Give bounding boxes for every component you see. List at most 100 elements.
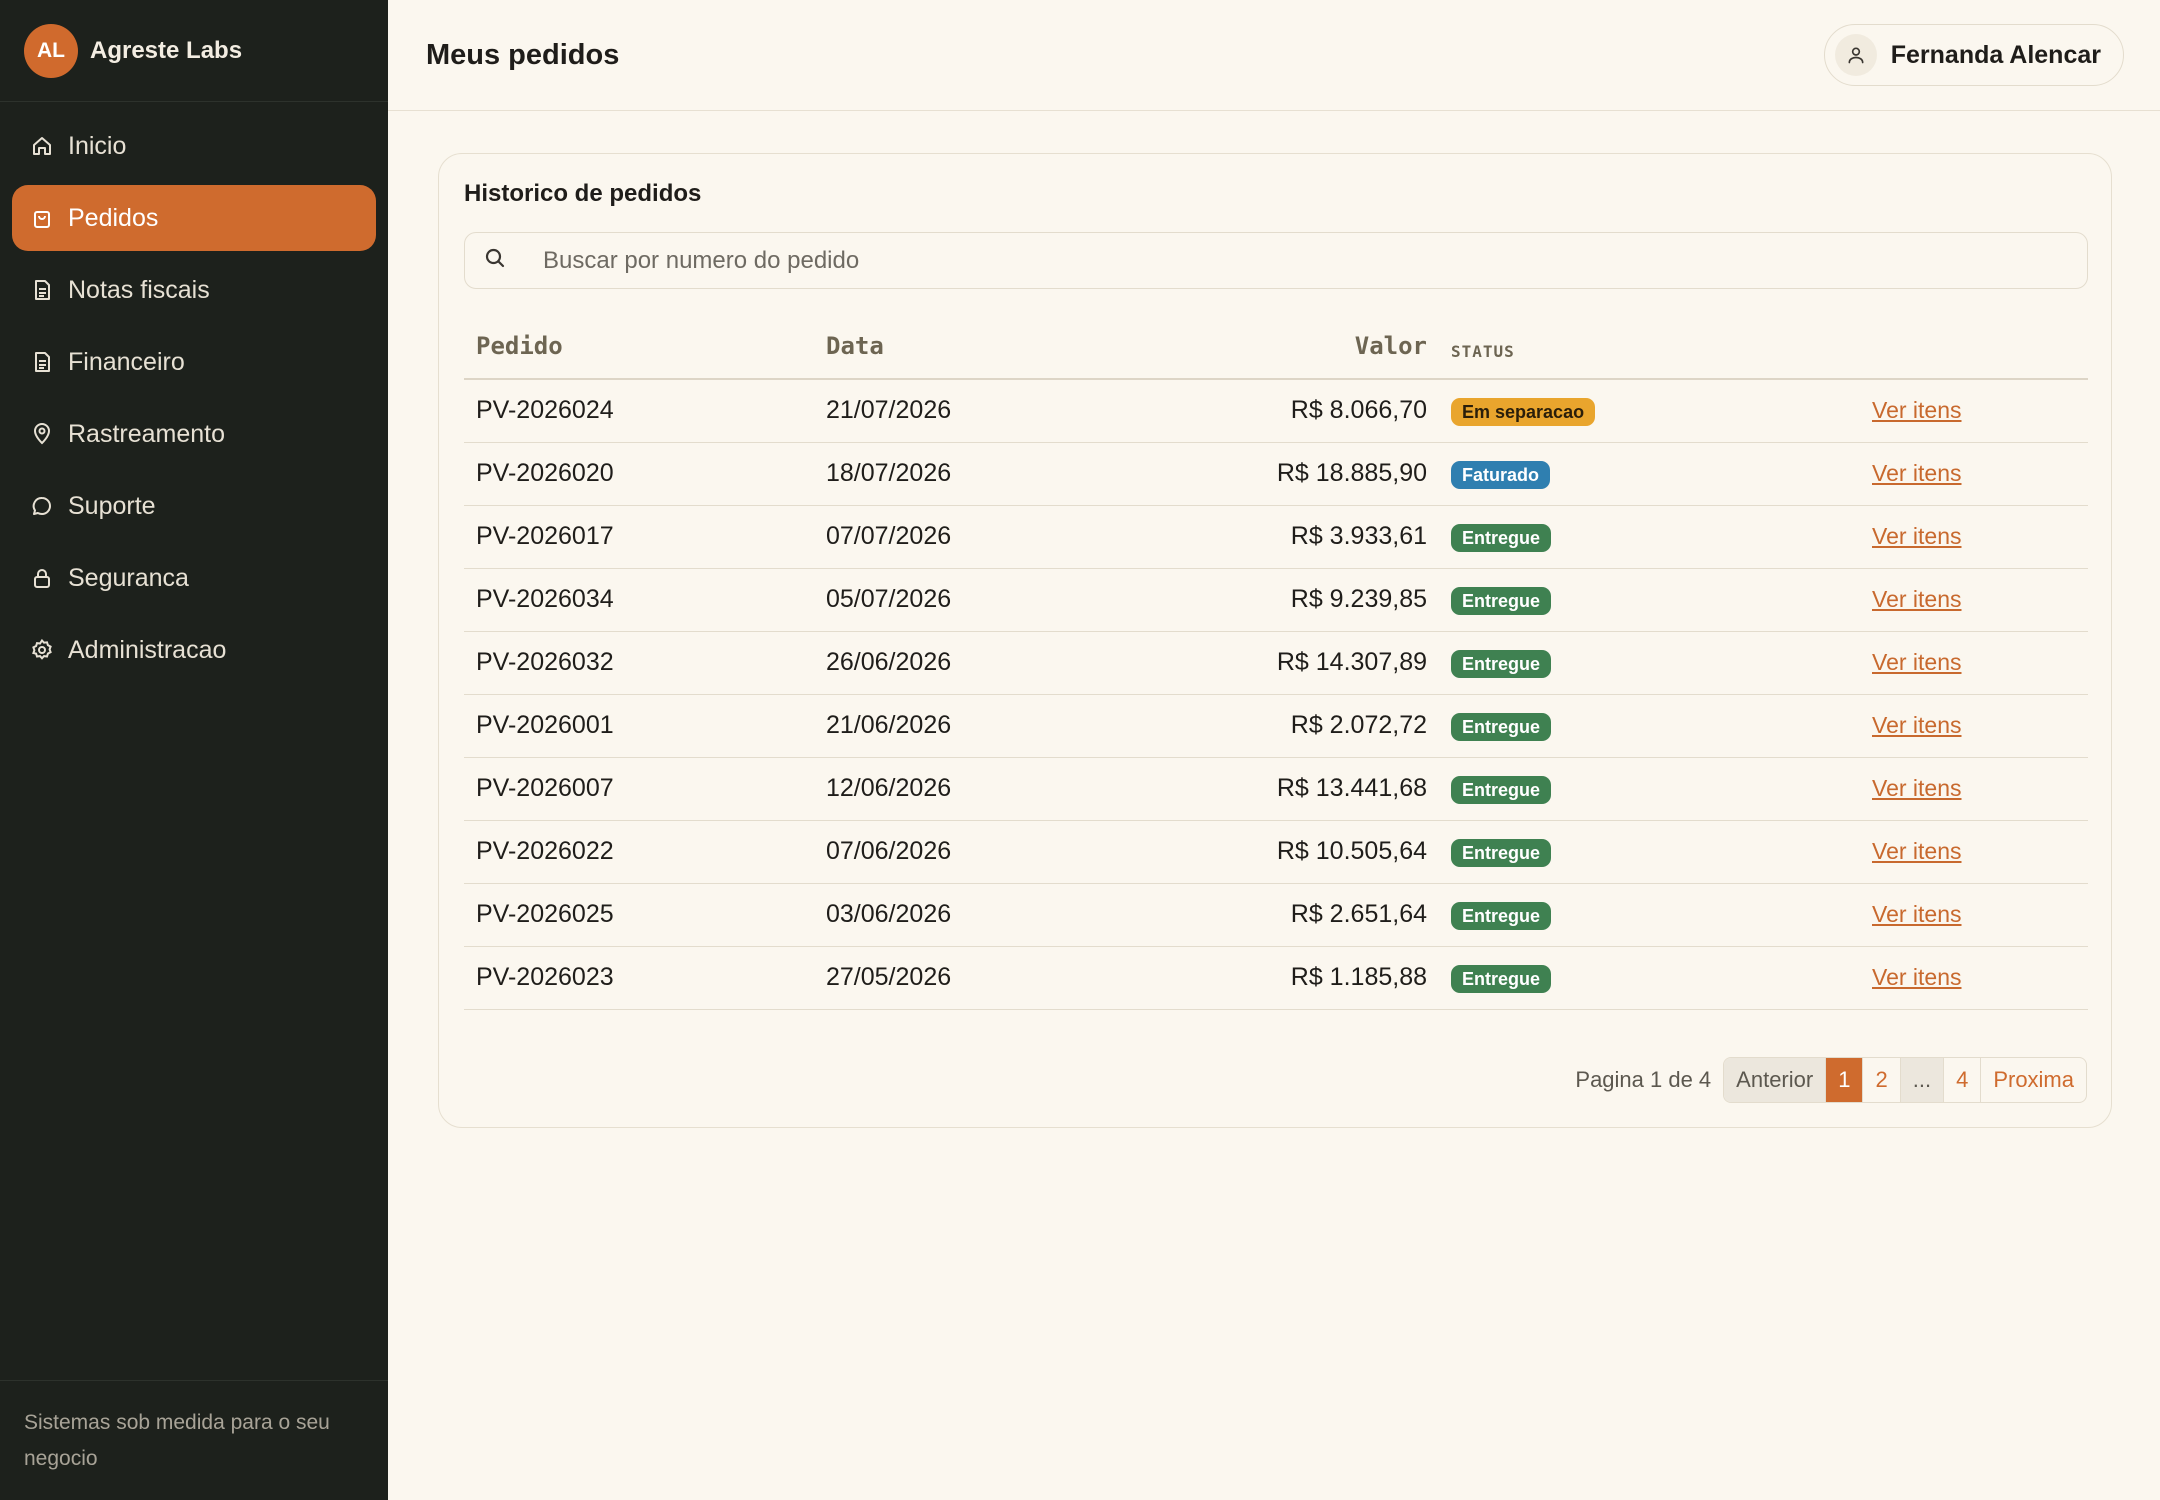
pagination-ellipsis: ... bbox=[1900, 1058, 1945, 1102]
table-row: PV-2026017 07/07/2026 R$ 3.933,61 Entregue V… bbox=[464, 505, 2088, 569]
order-value: R$ 13.441,68 bbox=[1094, 757, 1439, 821]
column-header-pedido[interactable]: Pedido bbox=[464, 314, 814, 380]
sidebar-item-notas-fiscais[interactable]: Notas fiscais bbox=[12, 257, 376, 323]
orders-card: Historico de pedidos Pedido Data Valor S… bbox=[438, 153, 2112, 1128]
sidebar-footer: Sistemas sob medida para o seu negocio bbox=[0, 1380, 388, 1500]
column-header-valor[interactable]: Valor bbox=[1094, 314, 1439, 380]
view-items-link[interactable]: Ver itens bbox=[1872, 586, 1962, 612]
pagination-page-1[interactable]: 1 bbox=[1826, 1058, 1864, 1102]
sidebar-item-financeiro[interactable]: Financeiro bbox=[12, 329, 376, 395]
table-header-row: Pedido Data Valor STATUS bbox=[464, 314, 2088, 380]
user-icon bbox=[1834, 34, 1877, 76]
pagination-prev-button[interactable]: Anterior bbox=[1724, 1058, 1827, 1102]
sidebar: AL Agreste Labs Inicio Pedidos Notas fisca… bbox=[0, 0, 388, 1500]
order-status-cell: Entregue bbox=[1439, 694, 1788, 758]
status-badge: Em separacao bbox=[1451, 397, 1596, 426]
order-date: 26/06/2026 bbox=[814, 631, 1094, 695]
order-action-cell: Ver itens bbox=[1788, 631, 2088, 695]
sidebar-item-label: Notas fiscais bbox=[68, 275, 210, 304]
view-items-link[interactable]: Ver itens bbox=[1872, 712, 1962, 738]
order-action-cell: Ver itens bbox=[1788, 757, 2088, 821]
status-badge: Entregue bbox=[1451, 838, 1552, 867]
column-header-actions bbox=[1788, 314, 2088, 380]
table-row: PV-2026022 07/06/2026 R$ 10.505,64 Entregue… bbox=[464, 820, 2088, 884]
sidebar-nav: Inicio Pedidos Notas fiscais Financeiro Rast… bbox=[0, 102, 388, 683]
sidebar-item-pedidos[interactable]: Pedidos bbox=[12, 185, 376, 251]
view-items-link[interactable]: Ver itens bbox=[1872, 775, 1962, 801]
order-status-cell: Entregue bbox=[1439, 568, 1788, 632]
order-status-cell: Entregue bbox=[1439, 820, 1788, 884]
status-badge: Entregue bbox=[1451, 901, 1552, 930]
view-items-link[interactable]: Ver itens bbox=[1872, 397, 1962, 423]
order-date: 21/07/2026 bbox=[814, 379, 1094, 443]
view-items-link[interactable]: Ver itens bbox=[1872, 901, 1962, 927]
sidebar-item-seguranca[interactable]: Seguranca bbox=[12, 545, 376, 611]
view-items-link[interactable]: Ver itens bbox=[1872, 964, 1962, 990]
order-action-cell: Ver itens bbox=[1788, 694, 2088, 758]
order-id: PV-2026023 bbox=[464, 946, 814, 1010]
card-title: Historico de pedidos bbox=[464, 180, 702, 207]
status-badge: Entregue bbox=[1451, 964, 1552, 993]
order-date: 27/05/2026 bbox=[814, 946, 1094, 1010]
brand-avatar: AL bbox=[24, 23, 78, 78]
order-action-cell: Ver itens bbox=[1788, 946, 2088, 1010]
sidebar-item-administracao[interactable]: Administracao bbox=[12, 617, 376, 683]
topbar: Meus pedidos Fernanda Alencar bbox=[388, 0, 2160, 111]
order-id: PV-2026022 bbox=[464, 820, 814, 884]
table-row: PV-2026007 12/06/2026 R$ 13.441,68 Entregue… bbox=[464, 757, 2088, 821]
view-items-link[interactable]: Ver itens bbox=[1872, 460, 1962, 486]
home-icon bbox=[30, 134, 54, 158]
pagination-next-button[interactable]: Proxima bbox=[1981, 1058, 2086, 1102]
order-action-cell: Ver itens bbox=[1788, 883, 2088, 947]
sidebar-item-inicio[interactable]: Inicio bbox=[12, 113, 376, 179]
status-badge: Entregue bbox=[1451, 712, 1552, 741]
order-id: PV-2026007 bbox=[464, 757, 814, 821]
table-row: PV-2026023 27/05/2026 R$ 1.185,88 Entregue V… bbox=[464, 946, 2088, 1010]
lock-icon bbox=[30, 566, 54, 590]
view-items-link[interactable]: Ver itens bbox=[1872, 649, 1962, 675]
status-badge: Entregue bbox=[1451, 649, 1552, 678]
shopping-bag-icon bbox=[30, 206, 54, 230]
sidebar-item-suporte[interactable]: Suporte bbox=[12, 473, 376, 539]
order-status-cell: Entregue bbox=[1439, 946, 1788, 1010]
sidebar-item-rastreamento[interactable]: Rastreamento bbox=[12, 401, 376, 467]
pagination-controls: Anterior 1 2... 4 Proxima bbox=[1723, 1057, 2087, 1103]
sidebar-item-label: Seguranca bbox=[68, 563, 189, 592]
pagination-page-2[interactable]: 2 bbox=[1863, 1058, 1901, 1102]
table-row: PV-2026020 18/07/2026 R$ 18.885,90 Faturado… bbox=[464, 442, 2088, 506]
order-value: R$ 18.885,90 bbox=[1094, 442, 1439, 506]
view-items-link[interactable]: Ver itens bbox=[1872, 838, 1962, 864]
order-id: PV-2026017 bbox=[464, 505, 814, 569]
pagination-page-4[interactable]: 4 bbox=[1944, 1058, 1982, 1102]
column-header-data[interactable]: Data bbox=[814, 314, 1094, 380]
status-badge: Entregue bbox=[1451, 523, 1552, 552]
status-badge: Faturado bbox=[1451, 460, 1551, 489]
view-items-link[interactable]: Ver itens bbox=[1872, 523, 1962, 549]
table-row: PV-2026034 05/07/2026 R$ 9.239,85 Entregue V… bbox=[464, 568, 2088, 632]
order-date: 07/06/2026 bbox=[814, 820, 1094, 884]
order-action-cell: Ver itens bbox=[1788, 820, 2088, 884]
order-value: R$ 1.185,88 bbox=[1094, 946, 1439, 1010]
user-name: Fernanda Alencar bbox=[1890, 40, 2101, 69]
table-row: PV-2026025 03/06/2026 R$ 2.651,64 Entregue V… bbox=[464, 883, 2088, 947]
column-header-status: STATUS bbox=[1439, 314, 1788, 380]
user-menu-button[interactable]: Fernanda Alencar bbox=[1823, 24, 2124, 86]
order-status-cell: Entregue bbox=[1439, 757, 1788, 821]
sidebar-item-label: Administracao bbox=[68, 635, 227, 664]
order-status-cell: Entregue bbox=[1439, 505, 1788, 569]
order-date: 05/07/2026 bbox=[814, 568, 1094, 632]
order-action-cell: Ver itens bbox=[1788, 442, 2088, 506]
order-id: PV-2026032 bbox=[464, 631, 814, 695]
document-icon bbox=[30, 278, 54, 302]
order-id: PV-2026024 bbox=[464, 379, 814, 443]
table-row: PV-2026001 21/06/2026 R$ 2.072,72 Entregue V… bbox=[464, 694, 2088, 758]
search-box bbox=[464, 232, 2088, 289]
brand-name: Agreste Labs bbox=[90, 36, 243, 64]
order-value: R$ 9.239,85 bbox=[1094, 568, 1439, 632]
order-date: 07/07/2026 bbox=[814, 505, 1094, 569]
order-value: R$ 8.066,70 bbox=[1094, 379, 1439, 443]
order-date: 03/06/2026 bbox=[814, 883, 1094, 947]
search-input[interactable] bbox=[543, 246, 2043, 275]
orders-table: Pedido Data Valor STATUS PV-2026024 21/07… bbox=[464, 314, 2088, 1010]
order-date: 18/07/2026 bbox=[814, 442, 1094, 506]
